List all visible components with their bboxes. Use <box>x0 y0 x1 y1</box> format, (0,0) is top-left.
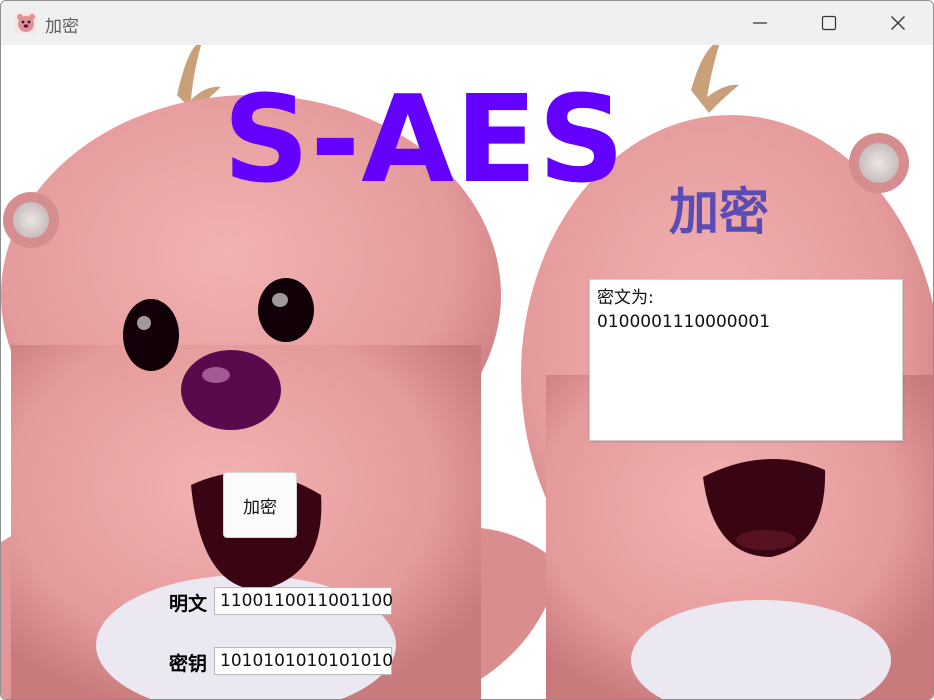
maximize-button[interactable] <box>794 1 864 45</box>
key-label: 密钥 <box>169 653 208 675</box>
maximize-icon <box>821 15 837 31</box>
plaintext-input[interactable]: 1100110011001100 <box>214 587 393 615</box>
beaver-icon <box>15 12 37 34</box>
close-button[interactable] <box>863 1 933 45</box>
key-input[interactable]: 1010101010101010 <box>214 647 393 675</box>
app-window: 加密 S-AES 加密 密文为: 0100001110000001 加密 明文 … <box>0 0 934 700</box>
title-bar: 加密 <box>1 1 933 45</box>
window-title: 加密 <box>45 17 79 37</box>
encrypt-button[interactable]: 加密 <box>223 472 297 538</box>
ciphertext-value: 0100001110000001 <box>597 312 771 332</box>
ciphertext-output: 密文为: 0100001110000001 <box>589 279 903 441</box>
close-icon <box>891 16 905 30</box>
minimize-icon <box>753 22 767 24</box>
plaintext-label: 明文 <box>169 593 208 615</box>
page-subtitle: 加密 <box>669 183 769 241</box>
ciphertext-label: 密文为: <box>597 288 654 308</box>
main-content: S-AES 加密 密文为: 0100001110000001 加密 明文 110… <box>1 45 933 699</box>
page-title: S-AES <box>223 71 626 210</box>
minimize-button[interactable] <box>725 1 795 45</box>
